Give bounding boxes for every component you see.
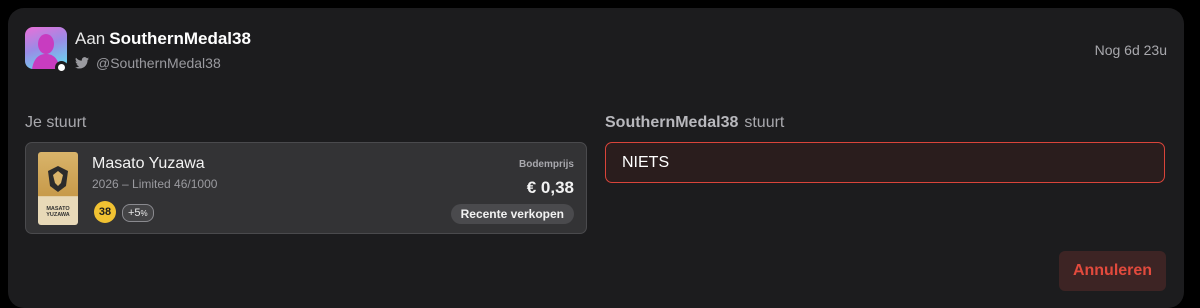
offered-card[interactable]: MASATO YUZAWA Masato Yuzawa 2026 – Limit…: [25, 142, 587, 234]
you-send-label: Je stuurt: [25, 114, 87, 131]
player-name: Masato Yuzawa: [92, 155, 205, 172]
boost-unit: %: [140, 209, 148, 218]
xp-boost-badge: +5%: [122, 204, 154, 222]
recipient-name[interactable]: SouthernMedal38: [109, 29, 251, 48]
they-send-box: NIETS: [605, 142, 1165, 183]
they-send-name: SouthernMedal38: [605, 114, 739, 131]
boost-value: +5: [128, 207, 141, 219]
online-status-icon: [55, 61, 68, 74]
floor-price-label: Bodemprijs: [518, 159, 574, 170]
recipient-line: Aan SouthernMedal38: [75, 29, 251, 49]
twitter-handle[interactable]: @SouthernMedal38: [75, 55, 221, 71]
cancel-button[interactable]: Annuleren: [1059, 251, 1166, 291]
rating-badge: 38: [94, 201, 116, 223]
card-edition: 2026 – Limited 46/1000: [92, 177, 218, 191]
floor-price: € 0,38: [526, 178, 574, 197]
handle-text: @SouthernMedal38: [96, 55, 221, 71]
card-thumbnail[interactable]: MASATO YUZAWA: [38, 152, 78, 225]
twitter-icon: [75, 57, 89, 69]
to-prefix: Aan: [75, 29, 106, 48]
time-remaining: Nog 6d 23u: [1094, 42, 1167, 58]
club-crest-icon: [48, 166, 68, 192]
trade-offer-panel: Aan SouthernMedal38 @SouthernMedal38 Nog …: [8, 8, 1184, 308]
they-send-verb: stuurt: [744, 114, 785, 131]
card-thumb-name: MASATO YUZAWA: [46, 206, 70, 218]
they-send-value: NIETS: [622, 154, 670, 171]
they-send-label: SouthernMedal38 stuurt: [605, 114, 784, 132]
recent-sales-button[interactable]: Recente verkopen: [450, 204, 574, 224]
